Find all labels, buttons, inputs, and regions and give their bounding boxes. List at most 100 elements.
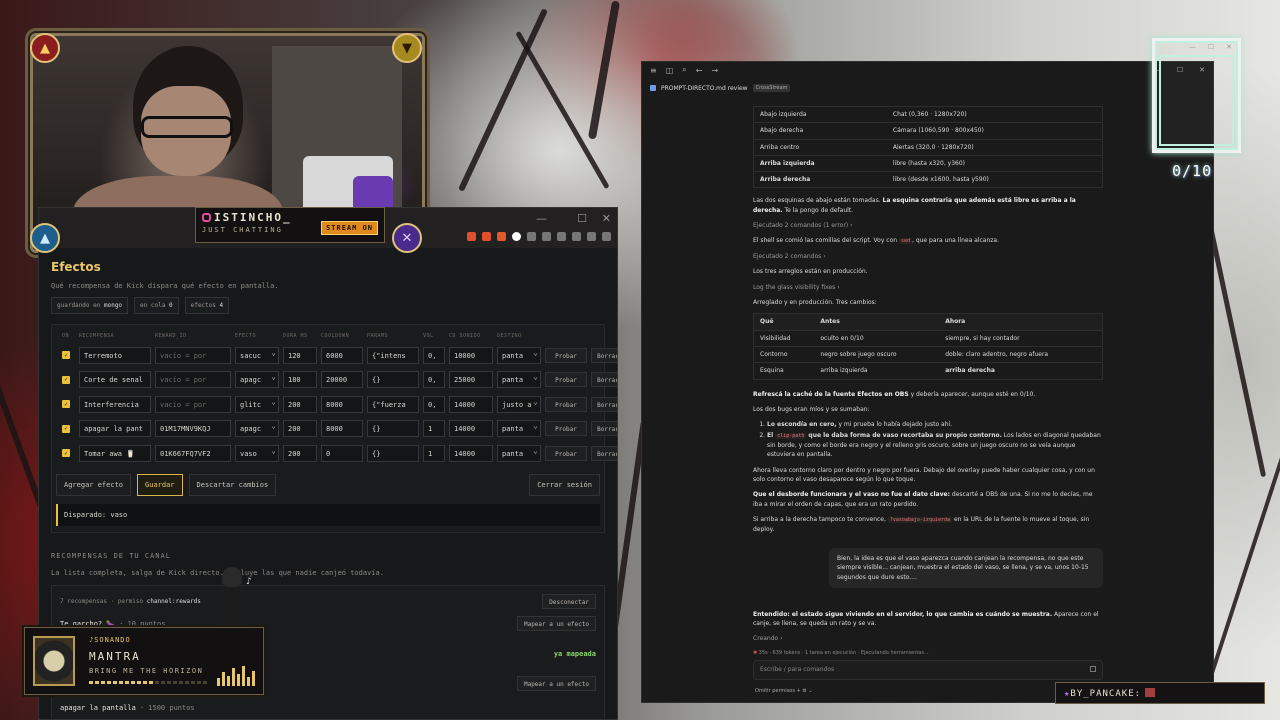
cooldown-input[interactable]: 6000 bbox=[321, 346, 363, 364]
recompensa-input[interactable]: apagar la pant bbox=[79, 420, 151, 438]
extension-icon[interactable] bbox=[572, 232, 581, 241]
creating-disclosure[interactable]: Creando › bbox=[753, 634, 1103, 643]
enabled-checkbox[interactable]: ✓ bbox=[62, 424, 70, 433]
duration-input[interactable]: 120 bbox=[283, 346, 317, 364]
minimize-icon[interactable]: — bbox=[1189, 43, 1196, 51]
maximize-icon[interactable]: ☐ bbox=[1208, 43, 1214, 51]
borrar-button[interactable]: Borrar bbox=[591, 445, 617, 461]
sound-cooldown-input[interactable]: 25000 bbox=[449, 371, 493, 389]
probar-button[interactable]: Probar bbox=[545, 445, 587, 461]
shield-icon[interactable] bbox=[587, 232, 596, 241]
commands-disclosure[interactable]: Ejecutado 2 comandos (1 error) › bbox=[753, 221, 1103, 230]
map-effect-button[interactable]: Mapear a un efecto bbox=[516, 616, 596, 631]
borrar-button[interactable]: Borrar bbox=[591, 372, 617, 388]
duration-input[interactable]: 200 bbox=[283, 420, 317, 438]
logout-button[interactable]: Cerrar sesión bbox=[529, 473, 600, 496]
back-icon[interactable]: ← bbox=[696, 66, 703, 75]
cooldown-input[interactable]: 8000 bbox=[321, 395, 363, 413]
send-icon[interactable] bbox=[1090, 666, 1096, 672]
reward-id-input[interactable]: vacío = por bbox=[155, 395, 231, 413]
reward-id-input[interactable]: vacío = por bbox=[155, 371, 231, 389]
rewards-icon[interactable] bbox=[482, 232, 491, 241]
efecto-select[interactable]: vaso bbox=[235, 444, 279, 462]
channel-banner: ISTINCHO_ JUST CHATTING STREAM ON bbox=[195, 207, 385, 243]
forward-icon[interactable]: → bbox=[711, 66, 718, 75]
enabled-checkbox[interactable]: ✓ bbox=[62, 400, 70, 409]
recompensa-input[interactable]: Corte de senal bbox=[79, 371, 151, 389]
enabled-checkbox[interactable]: ✓ bbox=[62, 351, 70, 360]
volume-input[interactable]: 0, bbox=[423, 395, 445, 413]
progress-segment bbox=[149, 681, 153, 684]
menu-icon[interactable]: ≡ bbox=[650, 66, 657, 75]
extension-icon[interactable] bbox=[542, 232, 551, 241]
reward-id-input[interactable]: 01M17MNV9KQJ bbox=[155, 420, 231, 438]
volume-input[interactable]: 0, bbox=[423, 371, 445, 389]
map-effect-button[interactable]: Mapear a un efecto bbox=[516, 676, 596, 691]
project-tag: CrossStream bbox=[752, 84, 791, 92]
save-button[interactable]: Guardar bbox=[137, 473, 183, 496]
extension-icon[interactable] bbox=[527, 232, 536, 241]
discard-button[interactable]: Descartar cambios bbox=[188, 473, 277, 496]
commands-disclosure[interactable]: Ejecutado 2 comandos › bbox=[753, 252, 1103, 261]
probar-button[interactable]: Probar bbox=[545, 372, 587, 388]
permissions-footer[interactable]: Omitir permisos + ⚙ ⌄ bbox=[755, 688, 813, 694]
params-input[interactable]: {} bbox=[367, 444, 419, 462]
volume-input[interactable]: 1 bbox=[423, 420, 445, 438]
destino-select[interactable]: panta bbox=[497, 420, 541, 438]
brave-icon[interactable] bbox=[467, 232, 476, 241]
recompensa-input[interactable]: Tomar awa 🥛 bbox=[79, 444, 151, 462]
recompensa-input[interactable]: Terremoto bbox=[79, 346, 151, 364]
duration-input[interactable]: 200 bbox=[283, 395, 317, 413]
probar-button[interactable]: Probar bbox=[545, 396, 587, 412]
efecto-select[interactable]: apagc bbox=[235, 420, 279, 438]
add-effect-button[interactable]: Agregar efecto bbox=[56, 473, 132, 496]
extension-icon[interactable] bbox=[512, 232, 521, 241]
borrar-button[interactable]: Borrar bbox=[591, 347, 617, 363]
sound-cooldown-input[interactable]: 14000 bbox=[449, 395, 493, 413]
params-input[interactable]: {} bbox=[367, 420, 419, 438]
probar-button[interactable]: Probar bbox=[545, 421, 587, 437]
destino-select[interactable]: panta bbox=[497, 371, 541, 389]
enabled-checkbox[interactable]: ✓ bbox=[62, 449, 70, 458]
cooldown-input[interactable]: 8000 bbox=[321, 420, 363, 438]
volume-input[interactable]: 1 bbox=[423, 444, 445, 462]
recompensa-input[interactable]: Interferencia bbox=[79, 395, 151, 413]
destino-select[interactable]: panta bbox=[497, 444, 541, 462]
efecto-select[interactable]: sacuc bbox=[235, 346, 279, 364]
sound-cooldown-input[interactable]: 10000 bbox=[449, 346, 493, 364]
cooldown-input[interactable]: 0 bbox=[321, 444, 363, 462]
enabled-checkbox[interactable]: ✓ bbox=[62, 375, 70, 384]
search-icon[interactable]: ⌕ bbox=[682, 65, 686, 75]
reward-id-input[interactable]: vacío = por bbox=[155, 346, 231, 364]
params-input[interactable]: {"fuerza bbox=[367, 395, 419, 413]
efecto-select[interactable]: glitc bbox=[235, 395, 279, 413]
destino-select[interactable]: panta bbox=[497, 346, 541, 364]
reward-id-input[interactable]: 01K667FQ7VF2 bbox=[155, 444, 231, 462]
efecto-select[interactable]: apagc bbox=[235, 371, 279, 389]
borrar-button[interactable]: Borrar bbox=[591, 396, 617, 412]
sound-cooldown-input[interactable]: 14000 bbox=[449, 444, 493, 462]
probar-button[interactable]: Probar bbox=[545, 347, 587, 363]
close-icon[interactable]: ✕ bbox=[602, 212, 611, 225]
params-input[interactable]: {} bbox=[367, 371, 419, 389]
commit-disclosure[interactable]: Log the glass visibility fixes › bbox=[753, 283, 1103, 292]
sound-cooldown-input[interactable]: 14000 bbox=[449, 420, 493, 438]
close-icon[interactable]: ✕ bbox=[1226, 43, 1232, 51]
duration-input[interactable]: 200 bbox=[283, 444, 317, 462]
rewards-description: La lista completa, salga de Kick directo… bbox=[51, 568, 384, 577]
extension-icon[interactable] bbox=[497, 232, 506, 241]
duration-input[interactable]: 180 bbox=[283, 371, 317, 389]
borrar-button[interactable]: Borrar bbox=[591, 421, 617, 437]
volume-input[interactable]: 0, bbox=[423, 346, 445, 364]
destino-select[interactable]: justo a bbox=[497, 395, 541, 413]
cooldown-input[interactable]: 20000 bbox=[321, 371, 363, 389]
sidebar-icon[interactable]: ◫ bbox=[666, 66, 674, 75]
menu-icon[interactable] bbox=[602, 232, 611, 241]
prompt-input[interactable]: Escribe / para comandos bbox=[753, 660, 1103, 680]
document-tab[interactable]: PROMPT-DIRECTO.md review CrossStream bbox=[642, 78, 1213, 98]
minimize-icon[interactable]: — bbox=[536, 212, 547, 225]
extension-icon[interactable] bbox=[557, 232, 566, 241]
disconnect-button[interactable]: Desconectar bbox=[542, 593, 596, 609]
params-input[interactable]: {"intens bbox=[367, 346, 419, 364]
maximize-icon[interactable]: ☐ bbox=[577, 212, 587, 225]
